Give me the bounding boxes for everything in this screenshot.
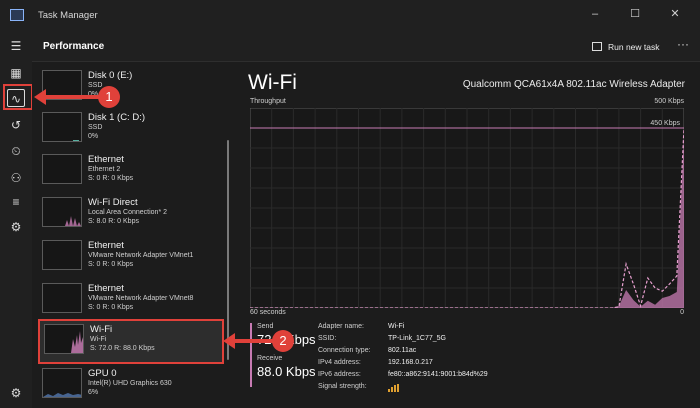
device-name: Ethernet bbox=[88, 283, 124, 294]
run-new-task-button[interactable]: Run new task bbox=[592, 38, 660, 56]
detail-value: TP-Link_1C77_5G bbox=[388, 335, 446, 342]
detail-key: SSID: bbox=[318, 335, 337, 342]
page-title: Performance bbox=[43, 41, 105, 52]
detail-key: IPv4 address: bbox=[318, 359, 361, 366]
device-name: Wi-Fi Direct bbox=[88, 197, 138, 208]
title-bar: Task Manager – ☐ ✕ bbox=[0, 0, 700, 32]
wifi-detail-panel: Wi-Fi Qualcomm QCA61x4A 802.11ac Wireles… bbox=[232, 63, 700, 408]
app-history-icon[interactable]: ↺ bbox=[7, 116, 25, 134]
throughput-max-label: 500 Kbps bbox=[654, 98, 684, 105]
device-thumbnail bbox=[42, 368, 82, 398]
device-thumbnail bbox=[42, 154, 82, 184]
device-name: Ethernet bbox=[88, 154, 124, 165]
graph-x-left-label: 60 seconds bbox=[250, 309, 286, 316]
services-icon[interactable]: ⚙ bbox=[7, 218, 25, 236]
details-icon[interactable]: ≡ bbox=[7, 193, 25, 211]
device-name: Ethernet bbox=[88, 240, 124, 251]
device-stat: 0% bbox=[88, 133, 99, 140]
send-label: Send bbox=[257, 323, 274, 330]
graph-grid bbox=[250, 108, 684, 308]
more-options-icon[interactable]: ··· bbox=[677, 37, 689, 51]
device-disk1[interactable]: Disk 1 (C: D:) SSD 0% bbox=[38, 109, 224, 151]
performance-highlight-box bbox=[3, 84, 33, 110]
device-name: Disk 1 (C: D:) bbox=[88, 112, 145, 123]
resource-title: Wi-Fi bbox=[248, 71, 297, 94]
close-button[interactable]: ✕ bbox=[655, 3, 695, 25]
device-name: GPU 0 bbox=[88, 368, 117, 379]
device-subtitle: Wi-Fi bbox=[90, 336, 107, 343]
device-wifi-direct[interactable]: Wi-Fi Direct Local Area Connection* 2 S:… bbox=[38, 194, 224, 236]
settings-icon[interactable]: ⚙ bbox=[7, 384, 25, 402]
detail-value: fe80::a862:9141:9001:b84d%29 bbox=[388, 371, 488, 378]
detail-key: Adapter name: bbox=[318, 323, 364, 330]
device-stat: S: 0 R: 0 Kbps bbox=[88, 304, 134, 311]
device-list: Disk 0 (E:) SSD 0% Disk 1 (C: D:) SSD 0%… bbox=[32, 63, 230, 408]
device-stat: S: 0 R: 0 Kbps bbox=[88, 261, 134, 268]
page-header: Performance Run new task ··· bbox=[32, 32, 700, 62]
callout-badge-1: 1 bbox=[98, 86, 120, 108]
callout-2-arrowhead bbox=[223, 333, 235, 349]
callout-badge-2: 2 bbox=[272, 330, 294, 352]
device-thumbnail bbox=[44, 324, 84, 354]
device-ethernet-vmnet8[interactable]: Ethernet VMware Network Adapter VMnet8 S… bbox=[38, 280, 224, 322]
device-thumbnail bbox=[42, 283, 82, 313]
device-gpu0[interactable]: GPU 0 Intel(R) UHD Graphics 630 6% bbox=[38, 365, 224, 407]
minimize-button[interactable]: – bbox=[575, 3, 615, 25]
startup-apps-icon[interactable]: ⏲ bbox=[7, 142, 25, 160]
throughput-graph: 450 Kbps bbox=[250, 108, 684, 308]
throughput-label: Throughput bbox=[250, 98, 286, 105]
device-disk0[interactable]: Disk 0 (E:) SSD 0% bbox=[38, 67, 224, 109]
device-thumbnail bbox=[42, 240, 82, 270]
callout-1-arrowhead bbox=[34, 89, 46, 105]
device-subtitle: VMware Network Adapter VMnet1 bbox=[88, 252, 194, 259]
run-task-icon bbox=[592, 42, 602, 51]
device-ethernet-2[interactable]: Ethernet Ethernet 2 S: 0 R: 0 Kbps bbox=[38, 151, 224, 193]
detail-value: 192.168.0.217 bbox=[388, 359, 433, 366]
device-subtitle: SSD bbox=[88, 82, 103, 89]
detail-key: Connection type: bbox=[318, 347, 371, 354]
hamburger-icon[interactable]: ☰ bbox=[7, 37, 25, 55]
device-stat: S: 72.0 R: 88.0 Kbps bbox=[90, 345, 155, 352]
device-stat: S: 8.0 R: 0 Kbps bbox=[88, 218, 139, 225]
detail-key: IPv6 address: bbox=[318, 371, 361, 378]
signal-strength-icon bbox=[388, 384, 400, 392]
device-subtitle: VMware Network Adapter VMnet8 bbox=[88, 295, 194, 302]
graph-x-right-label: 0 bbox=[680, 309, 684, 316]
device-wifi[interactable]: Wi-Fi Wi-Fi S: 72.0 R: 88.0 Kbps bbox=[38, 319, 224, 364]
device-subtitle: SSD bbox=[88, 124, 103, 131]
device-subtitle: Local Area Connection* 2 bbox=[88, 209, 167, 216]
device-subtitle: Intel(R) UHD Graphics 630 bbox=[88, 380, 172, 387]
device-thumbnail bbox=[42, 197, 82, 227]
device-stat: 6% bbox=[88, 389, 99, 396]
callout-2-arrow bbox=[234, 339, 274, 343]
detail-value: 802.11ac bbox=[388, 347, 417, 354]
users-icon[interactable]: ⚇ bbox=[7, 169, 25, 187]
maximize-button[interactable]: ☐ bbox=[615, 3, 655, 25]
device-list-scrollbar[interactable] bbox=[227, 140, 229, 360]
adapter-name: Qualcomm QCA61x4A 802.11ac Wireless Adap… bbox=[462, 79, 685, 90]
task-manager-app-icon bbox=[10, 9, 24, 21]
device-stat: S: 0 R: 0 Kbps bbox=[88, 175, 134, 182]
device-ethernet-vmnet1[interactable]: Ethernet VMware Network Adapter VMnet1 S… bbox=[38, 237, 224, 279]
window-title: Task Manager bbox=[38, 10, 98, 21]
device-thumbnail bbox=[42, 112, 82, 142]
device-name: Wi-Fi bbox=[90, 324, 113, 335]
detail-value: Wi-Fi bbox=[388, 323, 405, 330]
device-name: Disk 0 (E:) bbox=[88, 70, 133, 81]
device-subtitle: Ethernet 2 bbox=[88, 166, 121, 173]
reference-line-label: 450 Kbps bbox=[650, 120, 680, 127]
run-new-task-label: Run new task bbox=[608, 42, 660, 52]
detail-key: Signal strength: bbox=[318, 383, 367, 390]
callout-1-arrow bbox=[44, 95, 100, 99]
processes-icon[interactable]: ▦ bbox=[7, 64, 25, 82]
